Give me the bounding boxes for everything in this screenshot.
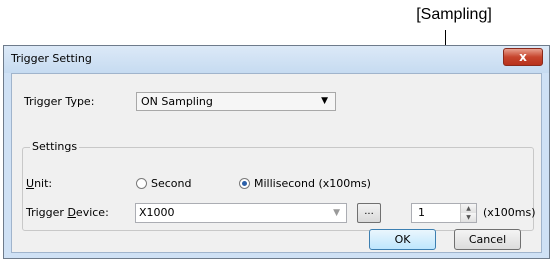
sampling-spin-buttons[interactable]: ▲ ▼ — [460, 204, 476, 222]
title-bar: Trigger Setting x — [4, 46, 549, 73]
close-icon: x — [519, 50, 527, 64]
trigger-device-label: Trigger Device: — [26, 206, 109, 219]
unit-second-radio[interactable] — [136, 178, 147, 189]
close-button[interactable]: x — [503, 48, 543, 66]
device-browse-button[interactable]: ... — [357, 203, 381, 223]
unit-millisecond-radio[interactable] — [239, 178, 250, 189]
dialog-client-area: Trigger Type: ON Sampling ▼ Settings Uni… — [11, 73, 542, 253]
spin-down-icon[interactable]: ▼ — [461, 213, 476, 222]
sampling-unit-label: (x100ms) — [483, 206, 536, 219]
trigger-type-select[interactable]: ON Sampling ▼ — [136, 92, 336, 111]
unit-second-label[interactable]: Second — [151, 177, 191, 190]
chevron-down-icon: ▼ — [321, 96, 328, 106]
trigger-setting-dialog: Trigger Setting x Trigger Type: ON Sampl… — [3, 45, 550, 259]
ok-button[interactable]: OK — [369, 229, 436, 250]
settings-group-title: Settings — [30, 140, 80, 153]
cancel-button[interactable]: Cancel — [454, 229, 521, 250]
trigger-type-value: ON Sampling — [141, 95, 213, 108]
unit-millisecond-label[interactable]: Millisecond (x100ms) — [254, 177, 371, 190]
sampling-annotation-label: [Sampling] — [416, 6, 492, 23]
trigger-type-label: Trigger Type: — [24, 95, 95, 108]
sampling-value: 1 — [418, 206, 425, 219]
spin-up-icon[interactable]: ▲ — [461, 204, 476, 213]
dialog-title: Trigger Setting — [11, 52, 92, 65]
chevron-down-icon: ▼ — [333, 208, 340, 218]
sampling-spinbox[interactable]: 1 ▲ ▼ — [411, 203, 477, 223]
trigger-device-combo[interactable]: X1000 ▼ — [135, 203, 347, 223]
trigger-device-value: X1000 — [139, 206, 175, 219]
unit-label: Unit: — [26, 177, 53, 190]
